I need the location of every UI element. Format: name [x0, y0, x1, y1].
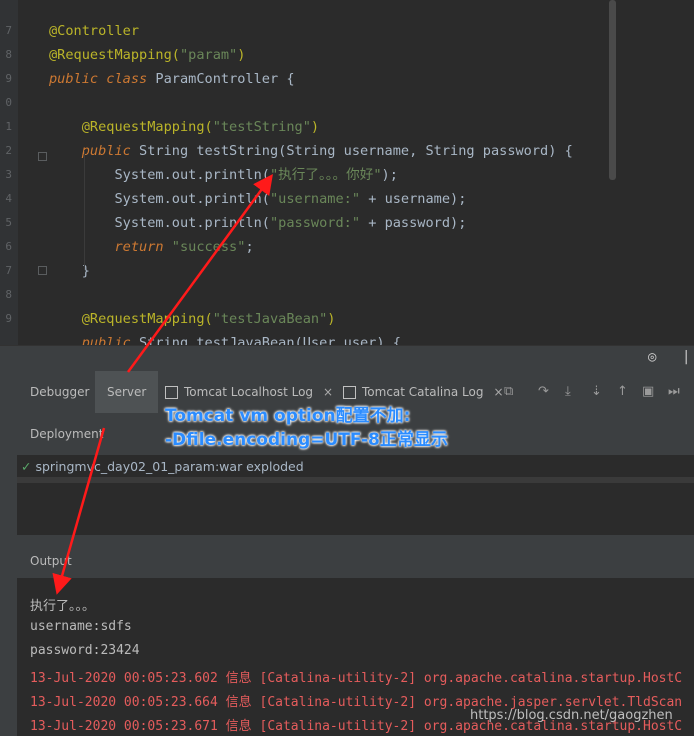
callout-line-1: Tomcat vm option配置不加: — [165, 406, 411, 426]
annotation-callout: Tomcat vm option配置不加: -Dfile.encoding=UT… — [165, 404, 448, 452]
callout-line-2: -Dfile.encoding=UTF-8正常显示 — [165, 430, 448, 450]
arrow-to-code — [126, 173, 273, 373]
arrow-to-output — [52, 427, 106, 595]
annotation-arrows — [52, 173, 273, 595]
watermark: https://blog.csdn.net/gaogzhen — [470, 708, 673, 723]
